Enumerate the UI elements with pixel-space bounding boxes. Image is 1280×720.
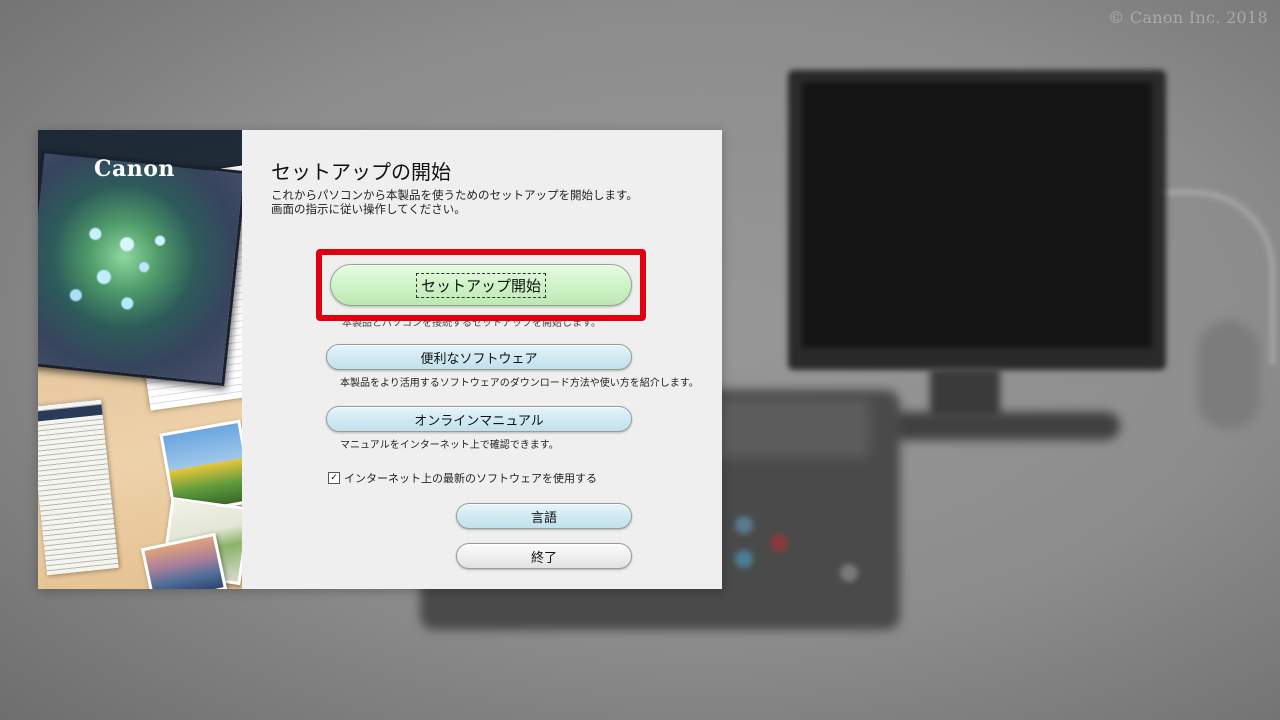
monitor-base [870,412,1120,440]
background-mouse [1198,320,1260,430]
latest-software-checkbox[interactable]: ✓ [328,472,340,484]
language-label: 言語 [530,510,557,526]
start-setup-button[interactable]: セットアップ開始 [330,264,632,306]
background-monitor [788,70,1166,370]
latest-software-option[interactable]: ✓ インターネット上の最新のソフトウェアを使用する [328,470,597,486]
latest-software-label: インターネット上の最新のソフトウェアを使用する [344,472,597,485]
newspaper-masthead [38,404,103,423]
copyright-watermark: © Canon Inc. 2018 [1108,8,1268,27]
manual-hint: マニュアルをインターネット上で確認できます。 [340,440,559,451]
flower-photo [38,149,242,387]
monitor-screen [802,82,1152,348]
useful-software-button[interactable]: 便利なソフトウェア [326,344,632,370]
canon-logo: Canon [94,156,175,182]
language-button[interactable]: 言語 [456,503,632,529]
printer-button-icon [735,550,753,568]
dialog-title: セットアップの開始 [271,160,451,184]
exit-label: 終了 [530,550,557,566]
monitor-stand [930,368,1000,418]
setup-dialog: Canon セットアップの開始 これからパソコンから本製品を使うためのセットアッ… [38,130,722,589]
dialog-content: セットアップの開始 これからパソコンから本製品を使うためのセットアップを開始しま… [242,130,722,589]
description-line: これからパソコンから本製品を使うためのセットアップを開始します。 [271,188,638,202]
start-setup-label: セットアップ開始 [415,272,546,298]
online-manual-button[interactable]: オンラインマニュアル [326,406,632,432]
flower-blossoms [45,194,190,348]
printer-button-icon [770,534,788,552]
software-hint: 本製品をより活用するソフトウェアのダウンロード方法や使い方を紹介します。 [340,378,699,389]
useful-software-label: 便利なソフトウェア [420,351,538,367]
printer-button-icon [840,564,858,582]
dialog-description: これからパソコンから本製品を使うためのセットアップを開始します。 画面の指示に従… [271,188,638,216]
sunset-photo [140,532,228,589]
printer-panel [700,398,870,458]
online-manual-label: オンラインマニュアル [414,413,544,429]
exit-button[interactable]: 終了 [456,543,632,569]
printer-button-icon [735,516,753,534]
description-line: 画面の指示に従い操作してください。 [271,202,466,216]
newspaper-stack [38,398,119,576]
side-artwork: Canon [38,130,242,589]
